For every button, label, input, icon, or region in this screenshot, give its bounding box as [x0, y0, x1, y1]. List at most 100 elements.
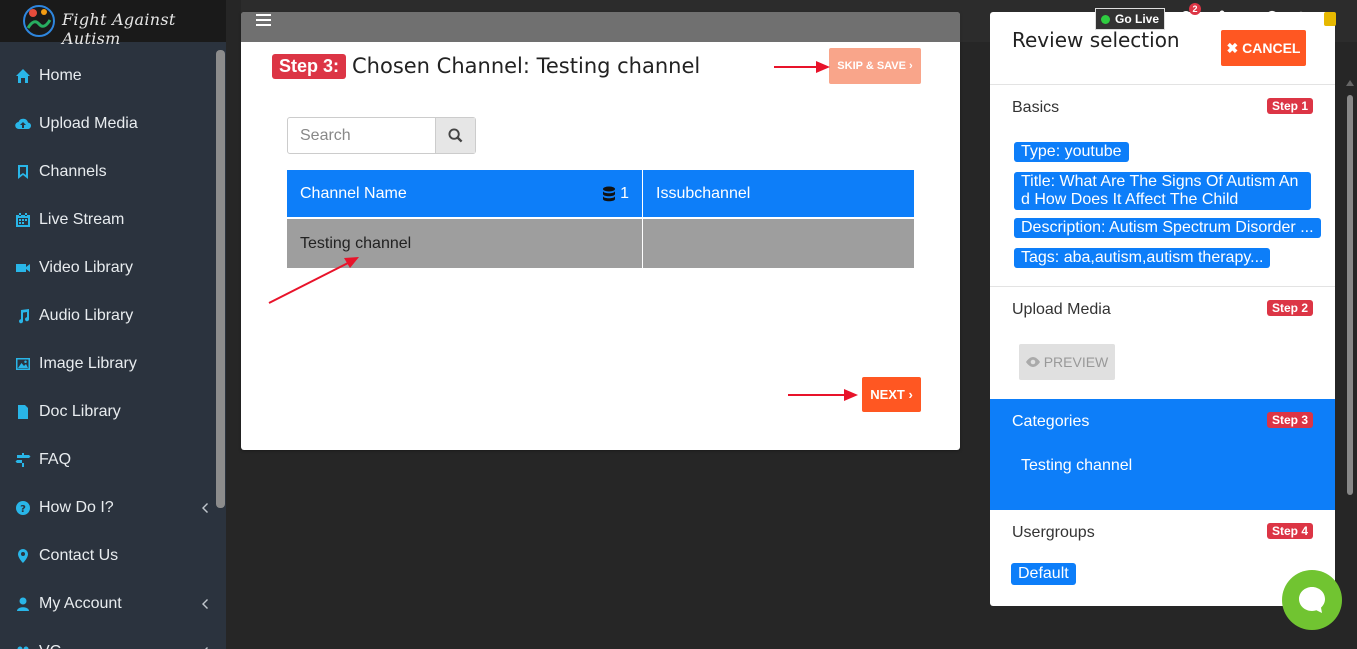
sidebar-item-audio-library[interactable]: Audio Library: [0, 292, 214, 340]
channel-table: Channel Name 1 Issubchannel Testing chan…: [287, 170, 914, 268]
type-tag: Type: youtube: [1014, 142, 1129, 162]
sidebar-item-label: Doc Library: [39, 403, 121, 420]
column-header-issubchannel[interactable]: Issubchannel: [643, 170, 914, 217]
sidebar: Fight Against Autism Home Upload Media C…: [0, 0, 226, 649]
sidebar-item-home[interactable]: Home: [0, 52, 214, 100]
signpost-icon: [14, 451, 32, 469]
channel-count-value: 1: [620, 185, 629, 202]
chevron-left-icon: [200, 501, 210, 513]
page-scrollbar[interactable]: [1345, 55, 1355, 525]
sidebar-item-label: My Account: [39, 595, 122, 612]
user-avatar-icon[interactable]: [1323, 10, 1337, 28]
user-icon[interactable]: [1292, 10, 1310, 28]
search-icon[interactable]: [1265, 10, 1283, 28]
sidebar-item-contact-us[interactable]: Contact Us: [0, 532, 214, 580]
step-1-badge: Step 1: [1266, 98, 1313, 114]
sidebar-item-label: Home: [39, 67, 82, 84]
section-title: Basics: [1012, 99, 1060, 116]
annotation-arrow-skip: [774, 61, 830, 73]
search-input[interactable]: [288, 118, 435, 153]
section-title: Categories: [1012, 413, 1090, 430]
video-camera-icon: [14, 259, 32, 277]
sidebar-item-label: FAQ: [39, 451, 72, 468]
sidebar-item-channels[interactable]: Channels: [0, 148, 214, 196]
search-group: [287, 117, 476, 154]
svg-text:?: ?: [20, 504, 26, 515]
step-title: Chosen Channel: Testing channel: [352, 54, 701, 78]
table-cell-issubchannel: [643, 219, 914, 268]
next-button[interactable]: NEXT ›: [862, 377, 921, 412]
review-section-upload-media: Upload Media Step 2 PREVIEW: [990, 286, 1335, 398]
sidebar-item-faq[interactable]: FAQ: [0, 436, 214, 484]
sidebar-item-video-library[interactable]: Video Library: [0, 244, 214, 292]
annotation-arrow-channel: [268, 257, 359, 304]
step-2-badge: Step 2: [1266, 300, 1313, 316]
section-title: Usergroups: [1012, 524, 1095, 541]
bookmark-icon: [14, 163, 32, 181]
share-icon[interactable]: [1208, 10, 1226, 28]
review-selection-panel: Review selection ✖ CANCEL Basics Step 1 …: [990, 12, 1335, 606]
sidebar-item-image-library[interactable]: Image Library: [0, 340, 214, 388]
cancel-button[interactable]: ✖ CANCEL: [1221, 30, 1306, 66]
sidebar-item-my-account[interactable]: My Account: [0, 580, 214, 628]
sidebar-item-label: How Do I?: [39, 499, 114, 516]
document-icon: [14, 403, 32, 421]
usergroup-tag: Default: [1011, 563, 1076, 585]
step-3-badge: Step 3: [1266, 412, 1313, 428]
sidebar-item-label: Contact Us: [39, 547, 119, 564]
column-header-label: Issubchannel: [656, 184, 751, 202]
group-icon: [14, 643, 32, 649]
search-icon: [448, 128, 463, 143]
column-header-label: Channel Name: [300, 184, 407, 202]
calendar-icon: [14, 211, 32, 229]
chevron-left-icon: [200, 597, 210, 609]
go-live-button[interactable]: Go Live: [1095, 8, 1165, 30]
table-row[interactable]: Testing channel: [287, 219, 914, 268]
table-header: Channel Name 1 Issubchannel: [287, 170, 914, 219]
title-tag-line-1: Title: What Are The Signs Of Autism An: [1021, 173, 1299, 190]
cloud-upload-icon[interactable]: [1235, 10, 1255, 28]
notification-count-badge: 2: [1189, 3, 1201, 15]
step-badge: Step 3:: [272, 54, 347, 79]
chat-button[interactable]: [1282, 570, 1342, 630]
section-title: Upload Media: [1012, 301, 1111, 318]
sidebar-item-vc[interactable]: VC: [0, 628, 214, 649]
go-live-label: Go Live: [1114, 12, 1159, 26]
sidebar-item-label: Channels: [39, 163, 107, 180]
sidebar-item-live-stream[interactable]: Live Stream: [0, 196, 214, 244]
image-icon: [14, 355, 32, 373]
title-tag: Title: What Are The Signs Of Autism An d…: [1014, 172, 1311, 210]
eye-icon: [1025, 357, 1040, 367]
column-header-channel-name[interactable]: Channel Name 1: [287, 170, 643, 217]
home-icon: [14, 67, 32, 85]
logo-text: Fight Against Autism: [62, 10, 176, 48]
selected-category: Testing channel: [1021, 457, 1133, 474]
review-section-categories: Categories Step 3 Testing channel: [990, 399, 1335, 510]
review-section-basics: Basics Step 1 Type: youtube Title: What …: [990, 84, 1335, 286]
channel-count: 1: [602, 185, 629, 203]
sidebar-item-how-do-i[interactable]: ? How Do I?: [0, 484, 214, 532]
sidebar-scrollbar[interactable]: [216, 50, 225, 508]
step-4-badge: Step 4: [1266, 523, 1313, 539]
sidebar-item-upload-media[interactable]: Upload Media: [0, 100, 214, 148]
sidebar-item-label: Upload Media: [39, 115, 138, 132]
map-marker-icon: [14, 547, 32, 565]
annotation-arrow-next: [788, 389, 858, 401]
logo-bar: Fight Against Autism: [0, 0, 226, 48]
chevron-left-icon: [200, 645, 210, 649]
sidebar-item-label: Image Library: [39, 355, 137, 372]
live-status-dot: [1100, 14, 1110, 24]
search-button[interactable]: [435, 118, 475, 153]
preview-label: PREVIEW: [1043, 354, 1109, 370]
skip-and-save-button[interactable]: SKIP & SAVE ›: [829, 48, 921, 84]
cloud-upload-icon: [14, 115, 32, 133]
sidebar-item-label: Live Stream: [39, 211, 125, 228]
hamburger-menu-icon[interactable]: [256, 14, 271, 27]
chat-bubble-icon: [1299, 587, 1325, 613]
sidebar-item-label: VC: [39, 643, 61, 649]
logo-icon: [23, 5, 55, 37]
sidebar-item-doc-library[interactable]: Doc Library: [0, 388, 214, 436]
tags-tag: Tags: aba,autism,autism therapy...: [1014, 248, 1271, 268]
preview-button[interactable]: PREVIEW: [1019, 344, 1115, 380]
panel-title: Review selection: [1012, 28, 1180, 52]
